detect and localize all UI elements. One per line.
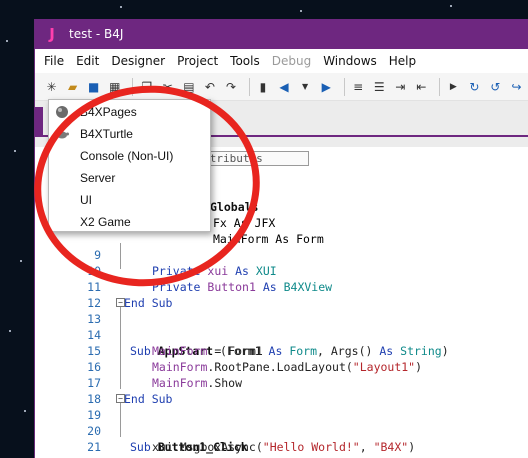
step-in-icon[interactable]: ↺ [487, 77, 504, 97]
step-icon[interactable]: ↻ [466, 77, 483, 97]
code-line: 21 End Sub [35, 423, 528, 458]
code-line: 19 − Sub Button1_Click [35, 391, 528, 454]
undo-icon[interactable]: ↶ [201, 77, 218, 97]
outdent-icon[interactable]: ⇤ [413, 77, 430, 97]
new-project-icon[interactable]: ✳ [43, 77, 60, 97]
active-tab-indicator [35, 107, 43, 135]
menu-edit[interactable]: Edit [70, 54, 105, 68]
bookmark-icon[interactable]: ▮ [254, 77, 271, 97]
forward-icon[interactable]: ▶ [318, 77, 335, 97]
save-icon[interactable]: ■ [85, 77, 102, 97]
star [14, 150, 16, 152]
star [300, 10, 302, 12]
toolbar-separator [343, 77, 345, 96]
code-line: 16 MainForm.Show [35, 343, 528, 390]
uncomment-icon[interactable]: ☰ [371, 77, 388, 97]
comment-icon[interactable]: ≡ [350, 77, 367, 97]
menu-tools[interactable]: Tools [224, 54, 266, 68]
window-title: test - B4J [69, 27, 124, 41]
menu-designer[interactable]: Designer [105, 54, 171, 68]
b4j-logo-icon: J [49, 25, 55, 43]
menu-debug[interactable]: Debug [266, 54, 317, 68]
star [450, 5, 452, 7]
back-icon[interactable]: ◀ [276, 77, 293, 97]
fold-toggle-icon[interactable]: − [116, 298, 125, 307]
toolbar-separator [438, 77, 440, 96]
star [9, 330, 11, 332]
fold-toggle-icon[interactable]: − [116, 394, 125, 403]
toolbar-separator [248, 77, 250, 96]
code-line: 13 − Sub AppStart (Form1 As Form, Args()… [35, 295, 528, 358]
run-icon[interactable]: ▶ [445, 77, 462, 97]
code-line: 15 MainForm.RootPane.LoadLayout("Layout1… [35, 327, 528, 374]
title-bar[interactable]: J test - B4J [35, 19, 528, 49]
open-folder-icon[interactable]: ▰ [64, 77, 81, 97]
code-line: 17 End Sub [35, 359, 528, 406]
code-line: 18 [35, 375, 528, 406]
code-line: 14 MainForm = Form1 [35, 311, 528, 358]
step-out-icon[interactable]: ↪ [508, 77, 525, 97]
menu-help[interactable]: Help [383, 54, 422, 68]
menu-project[interactable]: Project [171, 54, 224, 68]
code-line: 20 xui.MsgboxAsync("Hello World!", "B4X"… [35, 407, 528, 454]
star [6, 40, 8, 42]
star [120, 6, 122, 8]
line-number: 21 [87, 440, 101, 454]
redo-icon[interactable]: ↷ [222, 77, 239, 97]
star [24, 410, 26, 412]
menu-file[interactable]: File [38, 54, 70, 68]
menu-bar: File Edit Designer Project Tools Debug W… [35, 49, 528, 73]
indent-icon[interactable]: ⇥ [392, 77, 409, 97]
star [20, 260, 22, 262]
menu-windows[interactable]: Windows [317, 54, 383, 68]
dropdown-icon[interactable]: ▼ [297, 77, 314, 97]
